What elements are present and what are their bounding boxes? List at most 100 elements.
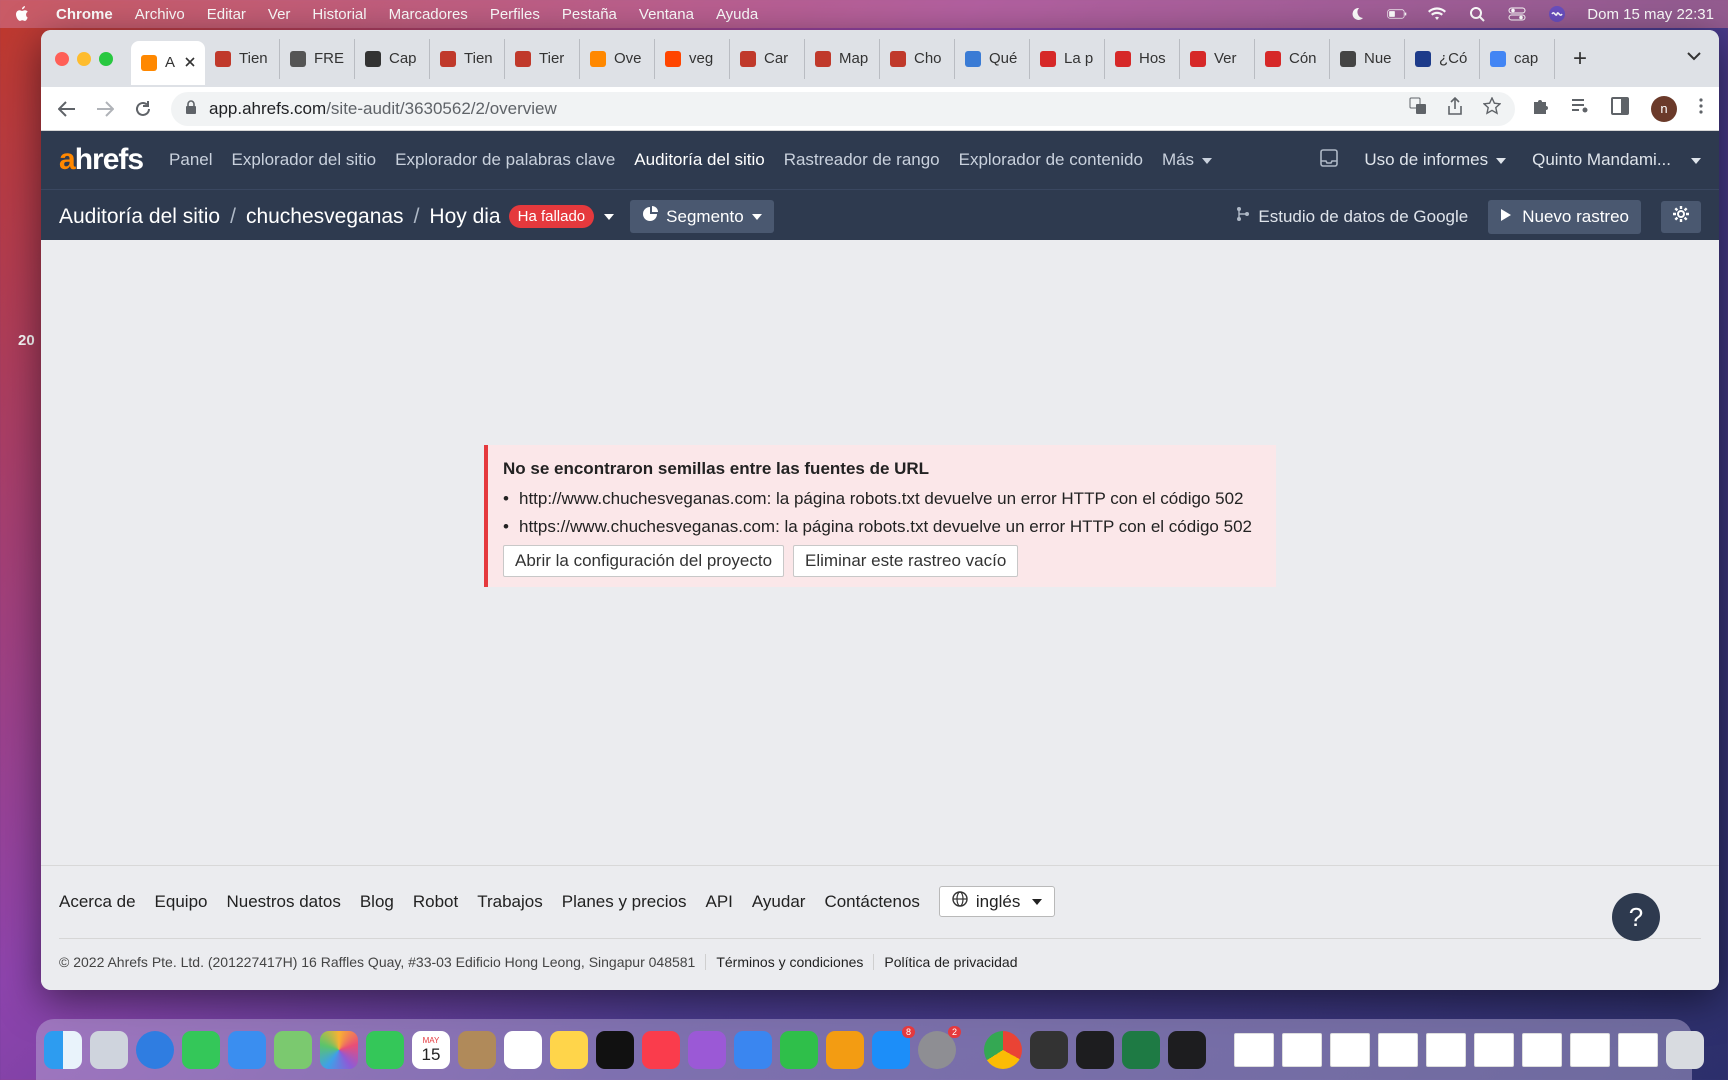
new-tab-button[interactable]: + xyxy=(1573,45,1587,73)
nav-more[interactable]: Más xyxy=(1162,150,1213,170)
recent-document-thumbnail[interactable] xyxy=(1426,1033,1466,1067)
moon-icon[interactable] xyxy=(1347,6,1367,22)
google-data-studio-link[interactable]: Estudio de datos de Google xyxy=(1236,206,1468,227)
menu-perfiles[interactable]: Perfiles xyxy=(490,6,540,23)
account-dropdown[interactable]: Quinto Mandami... xyxy=(1532,150,1701,170)
trash-icon[interactable] xyxy=(1666,1031,1704,1069)
footer-link-contact[interactable]: Contáctenos xyxy=(824,892,919,912)
lock-icon[interactable] xyxy=(185,99,197,119)
menu-pestana[interactable]: Pestaña xyxy=(562,6,617,23)
browser-tab[interactable]: Tier xyxy=(505,38,580,79)
kebab-menu-icon[interactable] xyxy=(1699,98,1703,119)
language-select[interactable]: inglés xyxy=(938,886,1056,917)
app-store-icon[interactable]: 8 xyxy=(872,1026,915,1069)
menu-ventana[interactable]: Ventana xyxy=(639,6,694,23)
browser-tab[interactable]: Hos xyxy=(1105,38,1180,79)
browser-tab[interactable]: La p xyxy=(1030,38,1105,79)
nav-keywords-explorer[interactable]: Explorador de palabras clave xyxy=(395,150,615,170)
menubar-datetime[interactable]: Dom 15 may 22:31 xyxy=(1587,6,1714,23)
wifi-icon[interactable] xyxy=(1427,6,1447,22)
reload-icon[interactable] xyxy=(133,100,153,118)
pages-icon[interactable] xyxy=(826,1031,864,1069)
browser-tab[interactable]: Nue xyxy=(1330,38,1405,79)
search-icon[interactable] xyxy=(1467,6,1487,22)
browser-tab[interactable]: Car xyxy=(730,38,805,79)
nav-panel[interactable]: Panel xyxy=(169,150,212,170)
ahrefs-logo[interactable]: ahrefs xyxy=(59,143,144,177)
apple-tv-icon[interactable] xyxy=(596,1031,634,1069)
help-button[interactable]: ? xyxy=(1612,893,1660,941)
launchpad-icon[interactable] xyxy=(90,1031,128,1069)
breadcrumb-site-audit[interactable]: Auditoría del sitio xyxy=(59,205,220,229)
reminders-icon[interactable] xyxy=(504,1031,542,1069)
forward-arrow-icon[interactable] xyxy=(95,100,115,117)
close-window-button[interactable] xyxy=(55,51,69,66)
recent-document-thumbnail[interactable] xyxy=(1330,1033,1370,1067)
notes-icon[interactable] xyxy=(550,1031,588,1069)
keynote-icon[interactable] xyxy=(734,1031,772,1069)
breadcrumb-project[interactable]: chuchesveganas xyxy=(246,205,404,229)
browser-tab[interactable]: Tien xyxy=(430,38,505,79)
browser-tab[interactable]: Cap xyxy=(355,38,430,79)
segment-button[interactable]: Segmento xyxy=(630,200,774,233)
recent-document-thumbnail[interactable] xyxy=(1282,1033,1322,1067)
podcasts-icon[interactable] xyxy=(688,1031,726,1069)
footer-link-jobs[interactable]: Trabajos xyxy=(477,892,543,912)
menu-editar[interactable]: Editar xyxy=(207,6,246,23)
messages-icon[interactable] xyxy=(182,1031,220,1069)
back-arrow-icon[interactable] xyxy=(57,100,77,117)
terminal-icon[interactable] xyxy=(1168,1031,1206,1069)
browser-tab[interactable]: Ver xyxy=(1180,38,1255,79)
browser-tab[interactable]: Tien xyxy=(205,38,280,79)
siri-icon[interactable] xyxy=(1547,6,1567,22)
new-crawl-button[interactable]: Nuevo rastreo xyxy=(1488,199,1641,234)
extensions-puzzle-icon[interactable] xyxy=(1531,97,1549,120)
menu-marcadores[interactable]: Marcadores xyxy=(389,6,468,23)
browser-tab[interactable]: Ove xyxy=(580,38,655,79)
side-panel-icon[interactable] xyxy=(1611,97,1629,120)
notifications-icon[interactable] xyxy=(1320,148,1339,172)
calendar-icon[interactable]: MAY 15 xyxy=(412,1031,450,1069)
footer-link-api[interactable]: API xyxy=(705,892,732,912)
footer-privacy-link[interactable]: Política de privacidad xyxy=(873,954,1027,970)
facetime-icon[interactable] xyxy=(366,1031,404,1069)
profile-avatar[interactable]: n xyxy=(1651,95,1677,122)
footer-link-robot[interactable]: Robot xyxy=(413,892,458,912)
photos-icon[interactable] xyxy=(320,1031,358,1069)
minimize-window-button[interactable] xyxy=(77,51,91,66)
tab-search-chevron-icon[interactable] xyxy=(1687,48,1701,64)
browser-tab[interactable]: Map xyxy=(805,38,880,79)
recent-document-thumbnail[interactable] xyxy=(1234,1033,1274,1067)
mail-icon[interactable] xyxy=(228,1031,266,1069)
browser-tab[interactable]: Cón xyxy=(1255,38,1330,79)
browser-tab[interactable]: ¿Có xyxy=(1405,38,1480,79)
nav-site-explorer[interactable]: Explorador del sitio xyxy=(232,150,377,170)
nav-site-audit[interactable]: Auditoría del sitio xyxy=(634,150,764,170)
menu-historial[interactable]: Historial xyxy=(312,6,366,23)
footer-link-our-data[interactable]: Nuestros datos xyxy=(226,892,340,912)
close-tab-icon[interactable] xyxy=(185,54,195,71)
browser-tab[interactable]: Cho xyxy=(880,38,955,79)
url-field[interactable]: app.ahrefs.com/site-audit/3630562/2/over… xyxy=(171,91,1515,126)
settings-button[interactable] xyxy=(1661,200,1701,233)
usage-dropdown[interactable]: Uso de informes xyxy=(1364,150,1507,170)
menu-ver[interactable]: Ver xyxy=(268,6,291,23)
maps-icon[interactable] xyxy=(274,1031,312,1069)
translate-icon[interactable] xyxy=(1409,97,1427,120)
apple-icon[interactable] xyxy=(14,5,32,23)
nav-content-explorer[interactable]: Explorador de contenido xyxy=(959,150,1143,170)
nav-rank-tracker[interactable]: Rastreador de rango xyxy=(784,150,940,170)
activity-monitor-icon[interactable] xyxy=(1076,1031,1114,1069)
browser-tab[interactable]: cap xyxy=(1480,38,1555,79)
browser-tab[interactable]: FRE xyxy=(280,38,355,79)
maximize-window-button[interactable] xyxy=(99,51,113,66)
safari-icon[interactable] xyxy=(136,1031,174,1069)
menu-app-name[interactable]: Chrome xyxy=(56,6,113,23)
footer-link-pricing[interactable]: Planes y precios xyxy=(562,892,687,912)
browser-tab[interactable]: Qué xyxy=(955,38,1030,79)
bookmark-star-icon[interactable] xyxy=(1482,96,1502,120)
delete-empty-crawl-button[interactable]: Eliminar este rastreo vacío xyxy=(793,545,1019,577)
chrome-icon[interactable] xyxy=(984,1031,1022,1069)
menu-ayuda[interactable]: Ayuda xyxy=(716,6,758,23)
system-preferences-icon[interactable]: 2 xyxy=(918,1026,961,1069)
